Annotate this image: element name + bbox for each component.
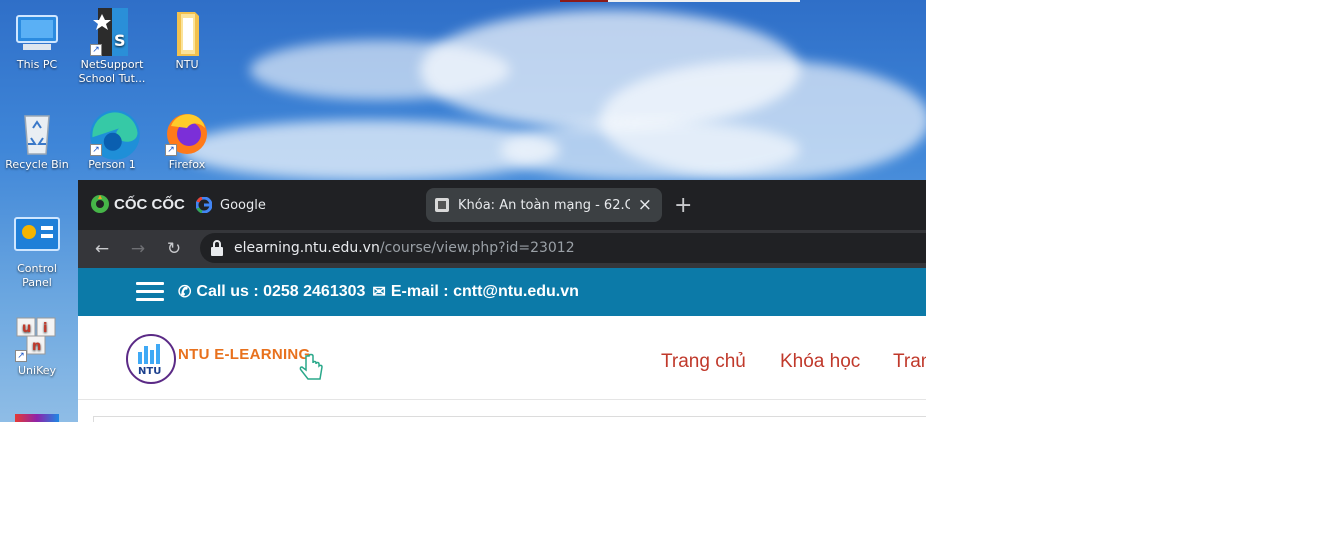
contact-info: ✆ Call us : 0258 2461303 ✉ E-mail : cntt… [178, 282, 579, 302]
desktop-icon-edge[interactable]: ↗ Person 1 [76, 108, 148, 172]
browser-window: CỐC CỐC Google Khóa: An toàn mạng - 62.C… [78, 180, 926, 422]
folder-icon [163, 8, 211, 56]
desktop-icon-ntu[interactable]: NTU [151, 8, 223, 72]
phone-text: Call us : 0258 2461303 [196, 283, 366, 300]
svg-text:NTU: NTU [138, 366, 161, 377]
desktop-icon-label: Recycle Bin [5, 158, 69, 171]
page-favicon-icon [435, 198, 449, 212]
content-panel [93, 416, 926, 422]
new-tab-button[interactable]: + [674, 193, 692, 218]
browser-brand: CỐC CỐC [114, 195, 185, 213]
site-header: ✆ Call us : 0258 2461303 ✉ E-mail : cntt… [78, 268, 926, 316]
recycle-bin-icon [13, 108, 61, 156]
tab-title: Khóa: An toàn mạng - 62.CNTT [458, 197, 630, 213]
edge-icon: ↗ [88, 108, 140, 160]
url-host: elearning.ntu.edu.vn [234, 240, 380, 256]
coccoc-logo[interactable]: CỐC CỐC [90, 194, 185, 214]
svg-text:u: u [22, 321, 31, 336]
tab-bar: CỐC CỐC Google Khóa: An toàn mạng - 62.C… [78, 180, 926, 230]
site-navbar: NTU NTU E-LEARNING Trang chủ Khóa học Tr… [78, 316, 926, 400]
desktop-icon-label: Firefox [168, 158, 206, 171]
window-edge [608, 0, 800, 2]
tab-title: Google [220, 197, 266, 213]
logo-text: NTU E-LEARNING [178, 346, 311, 363]
desktop-icon-control-panel[interactable]: Control Panel [1, 212, 73, 290]
tab-google[interactable]: Google [196, 192, 266, 218]
close-tab-icon[interactable]: × [638, 195, 652, 215]
control-panel-icon [13, 212, 61, 260]
nav-home[interactable]: Trang chủ [661, 351, 746, 373]
url-path: /course/view.php?id=23012 [379, 240, 575, 256]
shortcut-arrow-icon: ↗ [15, 350, 27, 362]
desktop-icon-recycle-bin[interactable]: Recycle Bin [1, 108, 73, 172]
desktop-icon-netsupport[interactable]: S ↗ NetSupport School Tut... [76, 8, 148, 86]
shortcut-arrow-icon: ↗ [90, 44, 102, 56]
pointer-hand-icon [299, 353, 323, 380]
tab-course[interactable]: Khóa: An toàn mạng - 62.CNTT × [426, 188, 662, 222]
desktop-icon-label: Control Panel [17, 262, 57, 289]
google-icon [196, 197, 212, 213]
reload-button[interactable]: ↻ [162, 238, 186, 260]
menu-hamburger-icon[interactable] [136, 282, 164, 302]
ntu-emblem-icon: NTU [126, 334, 176, 384]
coccoc-icon [91, 195, 109, 213]
netsupport-icon: S ↗ [88, 8, 136, 56]
svg-text:i: i [43, 321, 47, 336]
phone-icon: ✆ [178, 284, 192, 301]
unikey-icon: uin ↗ [13, 314, 61, 362]
desktop-icon-firefox[interactable]: ↗ Firefox [151, 108, 223, 172]
shortcut-arrow-icon: ↗ [90, 144, 102, 156]
computer-icon [13, 8, 61, 56]
desktop-icon-unikey[interactable]: uin ↗ UniKey [1, 314, 73, 378]
address-bar[interactable]: elearning.ntu.edu.vn/course/view.php?id=… [200, 233, 926, 263]
desktop-icon-label: NTU [175, 58, 199, 71]
back-button[interactable]: ← [90, 238, 114, 260]
lock-icon [211, 240, 223, 256]
firefox-icon: ↗ [163, 108, 211, 156]
desktop-icon-label: This PC [16, 58, 58, 71]
desktop-icon-label: NetSupport School Tut... [78, 58, 146, 85]
svg-text:S: S [114, 31, 126, 50]
envelope-icon: ✉ [372, 284, 386, 301]
window-edge [560, 0, 608, 2]
forward-button[interactable]: → [126, 238, 150, 260]
site-logo[interactable]: NTU NTU E-LEARNING [126, 334, 326, 386]
desktop-icon-this-pc[interactable]: This PC [1, 8, 73, 72]
email-text: E-mail : cntt@ntu.edu.vn [390, 283, 579, 300]
svg-text:n: n [32, 339, 41, 354]
nav-item-partial[interactable]: Tran [893, 351, 926, 373]
nav-courses[interactable]: Khóa học [780, 351, 860, 373]
shortcut-arrow-icon: ↗ [165, 144, 177, 156]
desktop-icon-label: UniKey [17, 364, 57, 377]
cloud [500, 120, 800, 180]
desktop: This PC S ↗ NetSupport School Tut... NTU… [0, 0, 926, 422]
partial-desktop-icon [15, 414, 59, 422]
